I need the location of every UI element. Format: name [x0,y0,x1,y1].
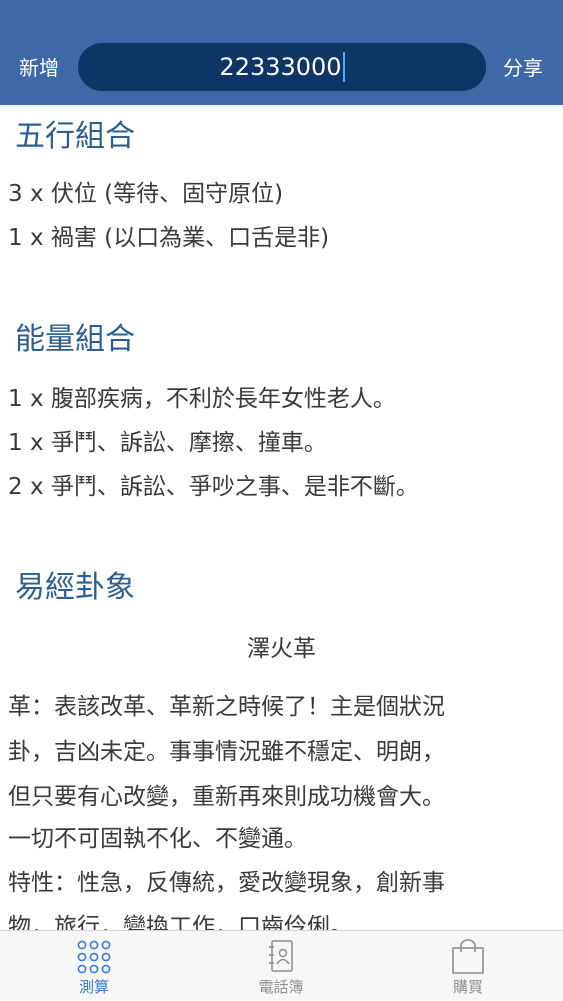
yijing-line: 革：表該改革、革新之時候了！主是個狀況 [8,694,445,720]
tab-label: 測算 [78,978,109,996]
number-input-value: 22333000 [219,53,342,81]
result-scroll-area[interactable]: 五行組合 3 x 伏位 (等待、固守原位) 1 x 禍害 (以口為業、口舌是非)… [0,105,563,930]
tab-calculate[interactable]: 測算 [24,931,164,1001]
gua-name: 澤火革 [247,636,316,662]
share-button[interactable]: 分享 [503,53,543,83]
grid-icon [77,940,111,974]
tab-purchase[interactable]: 購買 [398,931,538,1001]
yijing-line: 一切不可固執不化、不變通。 [8,826,307,852]
tab-label: 電話簿 [258,978,304,996]
section-title-energy: 能量組合 [15,322,135,357]
shopping-bag-icon [452,939,484,974]
top-bar: 新增 22333000 分享 [0,0,563,105]
text-caret [342,52,345,82]
energy-line: 2 x 爭鬥、訴訟、爭吵之事、是非不斷。 [8,474,419,500]
number-input[interactable]: 22333000 [78,43,486,91]
tab-label: 購買 [452,978,483,996]
yijing-line: 物，旅行，變換工作，口齒伶俐。 [8,914,353,930]
contacts-book-icon [269,940,293,972]
tab-phonebook[interactable]: 電話簿 [211,931,351,1001]
energy-line: 1 x 腹部疾病，不利於長年女性老人。 [8,386,396,412]
tab-bar: 測算 電話簿 購買 [0,930,563,1000]
wuxing-line: 1 x 禍害 (以口為業、口舌是非) [8,225,330,251]
section-title-wuxing: 五行組合 [15,119,135,154]
wuxing-line: 3 x 伏位 (等待、固守原位) [8,181,284,207]
add-button[interactable]: 新增 [19,53,59,83]
energy-line: 1 x 爭鬥、訴訟、摩擦、撞車。 [8,430,327,456]
yijing-line: 卦，吉凶未定。事事情況雖不穩定、明朗， [8,739,445,765]
section-title-yijing: 易經卦象 [15,570,135,605]
yijing-line: 但只要有心改變，重新再來則成功機會大。 [8,784,445,810]
yijing-line: 特性：性急，反傳統，愛改變現象，創新事 [8,870,445,896]
